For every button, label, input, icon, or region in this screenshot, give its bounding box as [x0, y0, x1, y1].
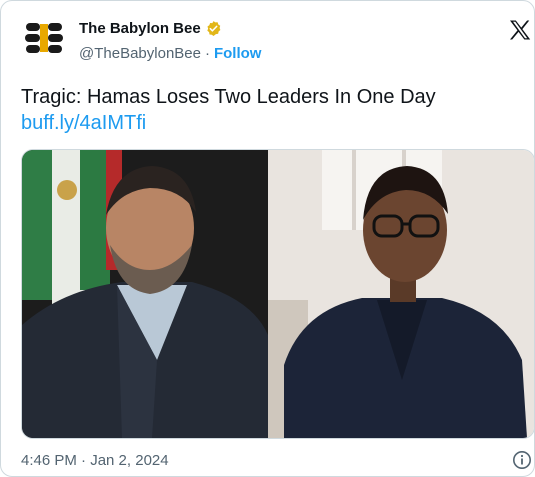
info-icon[interactable] — [512, 450, 532, 470]
flag-emblem — [57, 180, 77, 200]
tweet-card: The Babylon Bee @TheBabylonBee · Follow Tr… — [0, 0, 535, 477]
follow-button[interactable]: Follow — [214, 45, 262, 62]
verified-badge-icon — [207, 21, 221, 36]
flag-green-2 — [80, 150, 110, 290]
author-name-row: The Babylon Bee — [79, 20, 222, 37]
tweet-media[interactable] — [21, 149, 535, 439]
tweet-timestamp[interactable]: 4:46 PM · Jan 2, 2024 — [21, 452, 169, 469]
tweet-text: Tragic: Hamas Loses Two Leaders In One D… — [21, 86, 436, 108]
author-handle[interactable]: @TheBabylonBee — [79, 45, 201, 62]
x-logo-icon[interactable] — [509, 20, 531, 40]
babylon-bee-avatar[interactable] — [21, 15, 67, 61]
handle-separator: · — [204, 45, 210, 62]
author-handle-row: @TheBabylonBee · Follow — [79, 45, 261, 62]
author-display-name[interactable]: The Babylon Bee — [79, 20, 201, 37]
tweet-link[interactable]: buff.ly/4aIMTfi — [21, 111, 146, 135]
media-photo-composite — [22, 150, 534, 438]
flag-green — [22, 150, 56, 300]
